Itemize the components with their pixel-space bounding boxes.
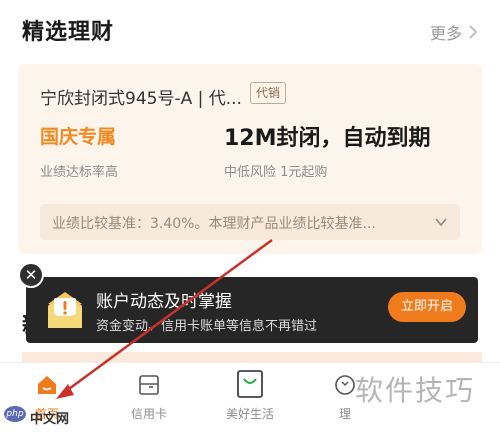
credit-card-icon bbox=[139, 375, 159, 395]
home-icon bbox=[38, 376, 56, 394]
watermark-site: 中文网 bbox=[30, 412, 70, 427]
toast-subtitle: 资金变动、信用卡账单等信息不再错过 bbox=[96, 319, 318, 334]
shopping-bag-icon bbox=[237, 370, 263, 398]
product-headline-desc: 中低风险 1元起购 bbox=[224, 165, 328, 180]
tab-credit-card-label: 信用卡 bbox=[130, 407, 167, 421]
tab-credit-card[interactable]: 信用卡 bbox=[104, 363, 194, 432]
promo-desc: 业绩达标率高 bbox=[40, 165, 119, 180]
promo-label: 国庆专属 bbox=[40, 126, 117, 148]
more-link[interactable]: 更多 bbox=[430, 20, 478, 44]
tab-good-life[interactable]: 美好生活 bbox=[205, 363, 295, 432]
envelope-alert-icon bbox=[48, 292, 82, 328]
notification-toast: 账户动态及时掌握 资金变动、信用卡账单等信息不再错过 立即开启 bbox=[26, 277, 478, 343]
toast-close-button[interactable]: ✕ bbox=[18, 262, 44, 288]
benchmark-text: 业绩比较基准：3.40%。本理财产品业绩比较基准... bbox=[52, 216, 376, 232]
product-headline: 12M封闭，自动到期 bbox=[224, 126, 431, 151]
watermark-logo: php bbox=[4, 406, 26, 422]
more-label[interactable]: 更多 bbox=[430, 20, 462, 44]
benchmark-bar[interactable]: 业绩比较基准：3.40%。本理财产品业绩比较基准... bbox=[40, 204, 460, 240]
chevron-down-icon[interactable] bbox=[434, 215, 448, 229]
tab-good-life-label: 美好生活 bbox=[225, 407, 274, 421]
watermark-text: 软件技巧 bbox=[355, 374, 476, 407]
finance-icon bbox=[335, 375, 355, 395]
section-title: 精选理财 bbox=[22, 20, 115, 45]
product-name: 宁欣封闭式945号-A | 代... bbox=[40, 89, 242, 109]
chevron-right-icon bbox=[469, 25, 478, 39]
enable-notifications-button[interactable]: 立即开启 bbox=[387, 292, 466, 322]
toast-title: 账户动态及时掌握 bbox=[96, 292, 232, 312]
product-tag: 代销 bbox=[250, 82, 287, 104]
section-header: 精选理财 更多 bbox=[0, 0, 500, 62]
product-card[interactable]: 宁欣封闭式945号-A | 代... 代销 国庆专属 业绩达标率高 12M封闭，… bbox=[18, 64, 482, 254]
